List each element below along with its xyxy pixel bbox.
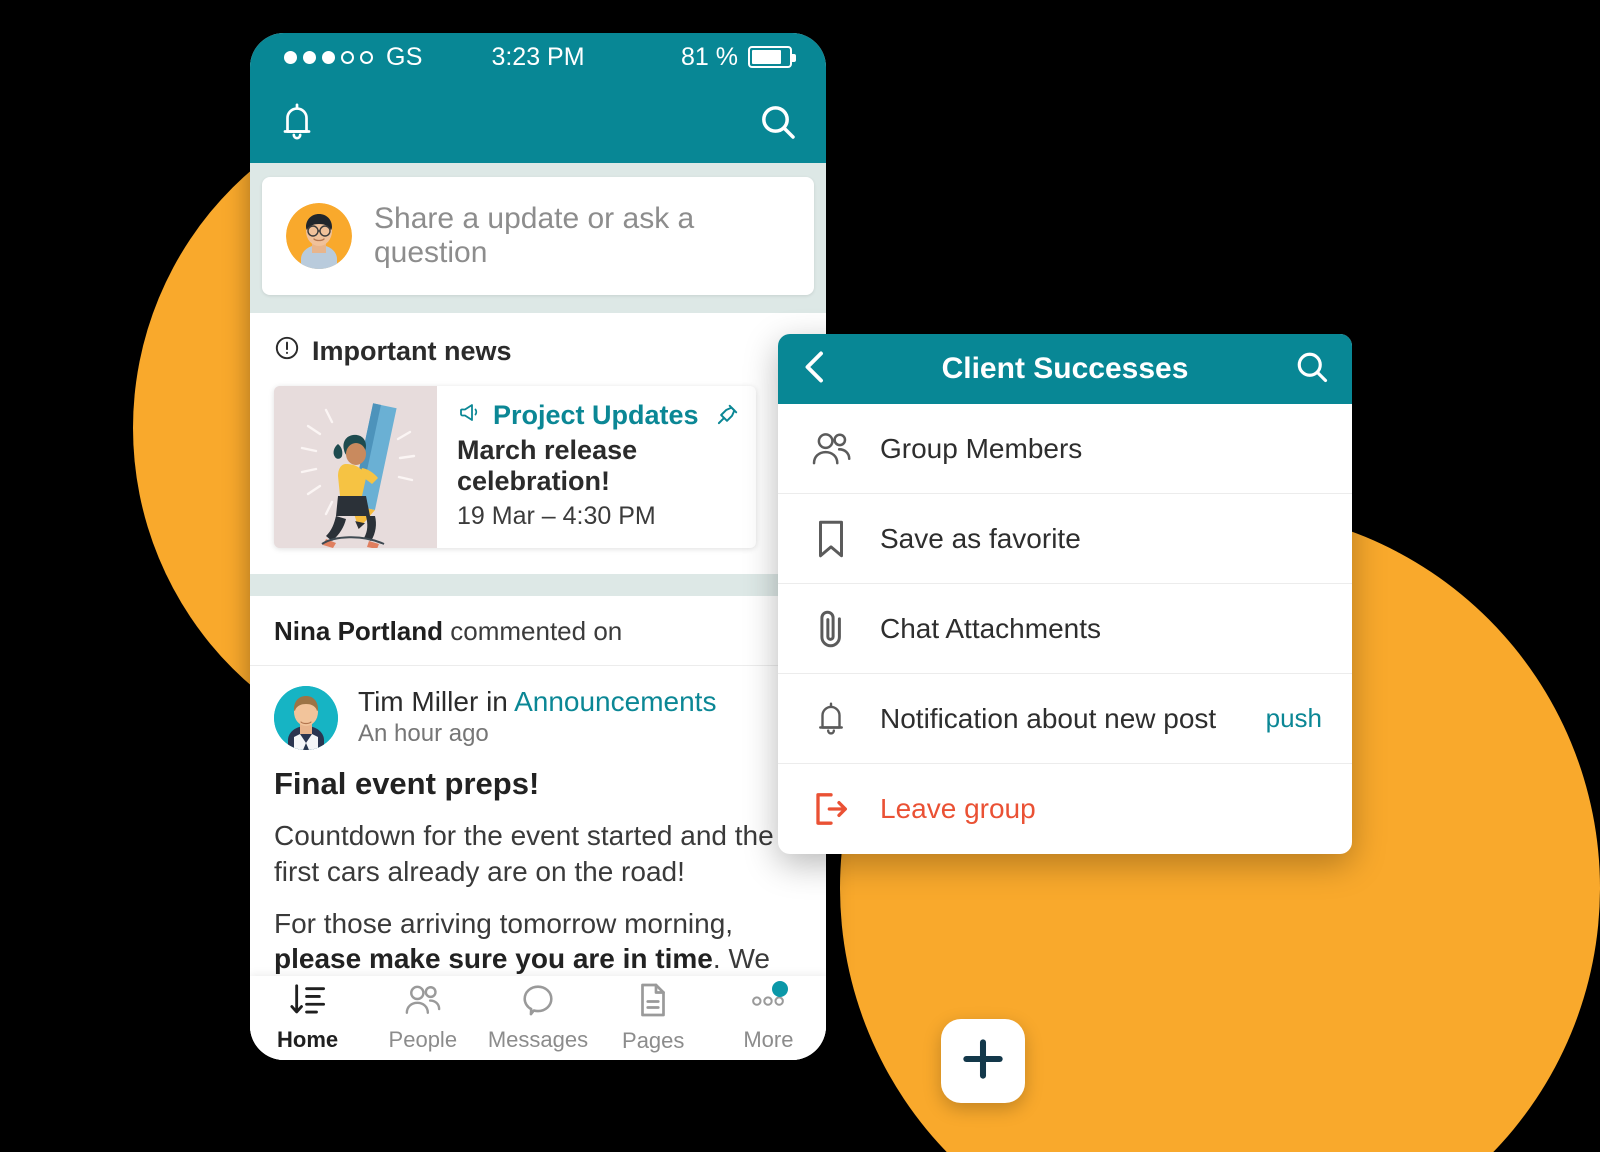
menu-item-label: Chat Attachments (880, 612, 1102, 644)
news-date: 19 Mar – 4:30 PM (457, 501, 656, 530)
tab-label: Pages (622, 1028, 685, 1053)
post-in-word: in (486, 686, 508, 717)
add-button[interactable] (941, 1019, 1025, 1103)
bookmark-icon (808, 518, 854, 560)
composer[interactable]: Share a update or ask a question (262, 177, 814, 295)
chevron-left-icon[interactable] (800, 349, 830, 390)
search-icon[interactable] (1294, 349, 1330, 390)
tab-label: More (743, 1027, 794, 1052)
post-author-row: Tim Miller in Announcements An hour ago (250, 666, 826, 750)
news-headline: March release celebration! (457, 435, 638, 496)
bell-icon[interactable] (278, 101, 316, 143)
logout-icon (808, 789, 854, 829)
app-bar (250, 81, 826, 163)
post-channel-link[interactable]: Announcements (514, 686, 716, 717)
tab-people[interactable]: People (365, 983, 480, 1053)
status-bar: GS 3:23 PM 81 % (250, 33, 826, 81)
feed-scroll-area[interactable]: Share a update or ask a question Importa… (250, 163, 826, 1060)
menu-item-value[interactable]: push (1266, 703, 1322, 734)
exclamation-circle-icon (274, 335, 300, 368)
important-news-header: Important news (274, 335, 802, 368)
post-activity-header: Nina Portland commented on (250, 596, 826, 666)
status-bar-left: GS (284, 43, 423, 72)
phone-mockup: GS 3:23 PM 81 % Share a update or ask a … (250, 33, 826, 1060)
post-paragraph-run: For those arriving tomorrow morning, (274, 907, 734, 939)
document-icon (636, 982, 670, 1023)
panel-title: Client Successes (941, 352, 1189, 385)
people-icon (808, 430, 854, 468)
menu-item-chat-attachments[interactable]: Chat Attachments (778, 584, 1352, 674)
bell-icon (808, 698, 854, 740)
tab-messages[interactable]: Messages (480, 983, 595, 1053)
carrier-label: GS (386, 42, 423, 71)
post-paragraph: Countdown for the event started and the … (250, 802, 826, 890)
tab-label: People (388, 1027, 458, 1052)
composer-placeholder[interactable]: Share a update or ask a question (374, 202, 790, 270)
megaphone-icon (457, 400, 483, 431)
panel-header: Client Successes (778, 334, 1352, 404)
people-icon (403, 983, 443, 1022)
menu-item-group-members[interactable]: Group Members (778, 404, 1352, 494)
tab-more[interactable]: More (711, 981, 826, 1053)
pin-icon[interactable] (714, 402, 740, 433)
screenshot-root: GS 3:23 PM 81 % Share a update or ask a … (0, 0, 1600, 1152)
important-news-section: Important news Project Updates March rel… (250, 313, 826, 574)
status-badge (772, 981, 789, 997)
post-author-block: Tim Miller in Announcements An hour ago (358, 686, 716, 748)
tab-pages[interactable]: Pages (596, 982, 711, 1054)
post-author-line: Tim Miller in Announcements (358, 686, 716, 718)
paperclip-icon (808, 608, 854, 650)
news-card-body: Project Updates March release celebratio… (437, 386, 756, 548)
avatar (274, 686, 338, 750)
feed-sort-icon (289, 983, 327, 1022)
menu-item-label: Save as favorite (880, 522, 1081, 554)
tab-label: Home (277, 1027, 339, 1052)
activity-actor: Nina Portland (274, 616, 444, 646)
menu-item-leave-group[interactable]: Leave group (778, 764, 1352, 854)
search-icon[interactable] (758, 102, 798, 142)
activity-action: commented on (450, 616, 623, 646)
important-news-label: Important news (312, 336, 512, 366)
plus-icon (958, 1034, 1008, 1089)
bottom-tab-bar: Home People Messages Pages More (250, 976, 826, 1060)
post-paragraph-run-bold: please make sure you are in time (274, 943, 713, 975)
group-options-panel: Client Successes Group Members Save as f… (778, 334, 1352, 854)
status-bar-right: 81 % (681, 42, 796, 72)
post-title: Final event preps! (274, 766, 540, 801)
battery-icon (748, 46, 796, 68)
menu-item-label: Leave group (880, 793, 1036, 824)
menu-item-label: Notification about new post (880, 702, 1217, 734)
post-paragraph-run: Countdown for the event started and the … (274, 820, 774, 887)
signal-strength-icon (284, 50, 373, 64)
composer-wrapper: Share a update or ask a question (250, 163, 826, 313)
menu-item-notification-new-post[interactable]: Notification about new post push (778, 674, 1352, 764)
news-thumbnail (274, 386, 437, 548)
menu-item-label: Group Members (880, 432, 1083, 464)
feed-divider (250, 574, 826, 596)
post-timestamp: An hour ago (358, 720, 489, 748)
tab-home[interactable]: Home (250, 983, 365, 1053)
message-icon (520, 983, 556, 1022)
news-group-row[interactable]: Project Updates (457, 400, 738, 431)
post-author-name: Tim Miller (358, 686, 479, 717)
news-card[interactable]: Project Updates March release celebratio… (274, 386, 756, 548)
avatar (286, 203, 352, 269)
battery-percent-label: 81 % (681, 42, 738, 71)
news-group-label: Project Updates (493, 400, 699, 430)
tab-label: Messages (487, 1027, 589, 1052)
menu-item-save-as-favorite[interactable]: Save as favorite (778, 494, 1352, 584)
